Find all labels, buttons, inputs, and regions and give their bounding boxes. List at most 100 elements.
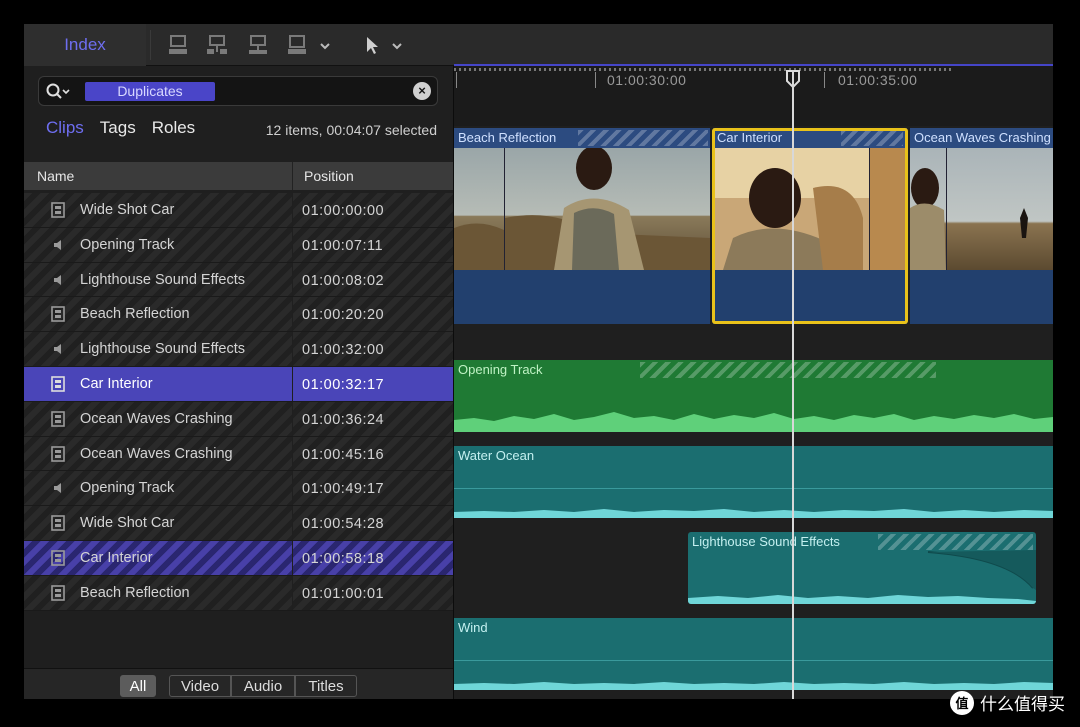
video-clip-beach-reflection[interactable]: Beach Reflection <box>454 128 710 324</box>
clip-list-row[interactable]: Lighthouse Sound Effects 01:00:08:02 <box>24 262 453 298</box>
clip-position: 01:00:45:16 <box>302 446 385 463</box>
connect-clip-icon[interactable] <box>247 34 269 56</box>
ruler-label: 01:00:35:00 <box>838 72 918 88</box>
append-clip-icon[interactable] <box>167 34 189 56</box>
clip-position: 01:00:32:00 <box>302 342 385 359</box>
search-field[interactable]: Duplicates × <box>38 76 438 106</box>
video-clip-ocean-waves-crashing[interactable]: Ocean Waves Crashing <box>910 128 1053 324</box>
clip-position: 01:00:36:24 <box>302 411 385 428</box>
column-header-position[interactable]: Position <box>304 168 354 184</box>
search-icon[interactable] <box>45 82 71 102</box>
timeline-ruler[interactable]: 01:00:30:00 01:00:35:00 <box>454 66 1053 126</box>
video-clip-icon <box>50 445 66 462</box>
playhead[interactable] <box>792 70 794 699</box>
volume-line <box>454 488 1053 489</box>
video-clip-icon <box>50 376 66 392</box>
audio-clip-icon <box>50 480 66 496</box>
clip-label: Opening Track <box>458 362 543 377</box>
clip-position: 01:00:07:11 <box>302 237 384 254</box>
clip-label: Water Ocean <box>458 448 535 463</box>
timeline-area[interactable]: 01:00:30:00 01:00:35:00 Beach Reflection <box>454 66 1053 699</box>
clip-list-row[interactable]: Wide Shot Car 01:00:54:28 <box>24 506 453 541</box>
toolbar-divider <box>150 30 151 60</box>
tab-clips[interactable]: Clips <box>46 118 84 140</box>
select-tool-icon[interactable] <box>362 34 384 56</box>
clip-list-row[interactable]: Car Interior 01:00:32:17 <box>24 366 453 402</box>
audio-clip-water-ocean[interactable]: Water Ocean <box>454 446 1053 518</box>
video-clip-icon <box>50 306 66 323</box>
clip-label: Ocean Waves Crashing <box>914 130 1051 145</box>
filter-titles-button[interactable]: Titles <box>295 675 357 697</box>
video-clip-icon <box>50 410 66 427</box>
watermark-text: 什么值得买 <box>980 695 1065 715</box>
audio-clip-icon <box>50 237 66 253</box>
clip-position: 01:00:00:00 <box>302 203 385 219</box>
fcp-timeline-index-window: Index Duplicates × Clips Tags Roles 12 i… <box>24 24 1053 699</box>
tab-tags[interactable]: Tags <box>100 118 136 140</box>
clip-list-row[interactable]: Opening Track 01:00:49:17 <box>24 471 453 507</box>
audio-waveform <box>454 682 1053 690</box>
clip-name: Car Interior <box>80 549 153 566</box>
clip-list-row[interactable]: Wide Shot Car 01:00:00:00 <box>24 193 453 228</box>
clip-name: Car Interior <box>80 375 153 392</box>
clip-name: Opening Track <box>80 480 175 497</box>
toolbar: Index <box>24 24 1053 66</box>
clip-name: Opening Track <box>80 236 175 253</box>
panel-divider[interactable] <box>453 66 454 699</box>
column-header-name[interactable]: Name <box>37 168 74 184</box>
clip-position: 01:01:00:01 <box>302 585 385 602</box>
clip-name: Beach Reflection <box>80 306 190 323</box>
primary-storyline: Beach Reflection Car Interior Ocean Wave… <box>454 128 1053 324</box>
watermark: 值 什么值得买 <box>950 690 1065 715</box>
clear-search-icon[interactable]: × <box>413 82 431 100</box>
tab-roles[interactable]: Roles <box>152 118 195 140</box>
ruler-tick <box>824 72 825 88</box>
clip-name: Beach Reflection <box>80 584 190 601</box>
audio-waveform <box>454 509 1053 518</box>
clip-list-row[interactable]: Ocean Waves Crashing 01:00:45:16 <box>24 436 453 472</box>
clip-position: 01:00:20:20 <box>302 307 385 324</box>
video-clip-icon <box>50 515 66 531</box>
overwrite-clip-icon[interactable] <box>286 34 308 56</box>
clip-list-row[interactable]: Lighthouse Sound Effects 01:00:32:00 <box>24 332 453 367</box>
video-clip-icon <box>50 550 66 566</box>
ruler-dots <box>454 68 953 71</box>
clip-list-row[interactable]: Beach Reflection 01:01:00:01 <box>24 575 453 611</box>
insert-clip-icon[interactable] <box>206 34 228 56</box>
filter-all-button[interactable]: All <box>120 675 156 697</box>
clip-list-row[interactable]: Car Interior 01:00:58:18 <box>24 540 453 576</box>
filter-video-button[interactable]: Video <box>169 675 231 697</box>
ruler-tick <box>595 72 596 88</box>
filter-audio-button[interactable]: Audio <box>231 675 295 697</box>
duplicate-range-hatch <box>578 130 708 146</box>
index-filter-tabs: Clips Tags Roles <box>46 118 195 140</box>
clip-label: Wind <box>458 620 488 635</box>
audio-waveform <box>454 412 1053 432</box>
clip-name: Lighthouse Sound Effects <box>80 271 245 288</box>
chevron-down-icon[interactable] <box>314 34 330 56</box>
clip-list-row[interactable]: Beach Reflection 01:00:20:20 <box>24 297 453 333</box>
clip-audio-area <box>910 270 1053 324</box>
duplicate-range-hatch <box>878 534 1033 550</box>
audio-clip-icon <box>50 341 66 357</box>
clip-position: 01:00:58:18 <box>302 550 385 567</box>
clip-position: 01:00:08:02 <box>302 272 385 289</box>
index-tab[interactable]: Index <box>24 24 146 66</box>
ruler-label: 01:00:30:00 <box>607 72 687 88</box>
selected-clip-outline <box>712 128 908 324</box>
clip-list-row[interactable]: Opening Track 01:00:07:11 <box>24 227 453 263</box>
index-bottom-bar: All Video Audio Titles <box>24 668 453 699</box>
chevron-down-icon[interactable] <box>386 34 402 56</box>
column-divider <box>292 162 293 190</box>
duplicate-range-hatch <box>640 362 936 378</box>
clip-label: Beach Reflection <box>458 130 557 145</box>
clip-list-row[interactable]: Ocean Waves Crashing 01:00:36:24 <box>24 401 453 437</box>
audio-clip-wind[interactable]: Wind <box>454 618 1053 690</box>
timeline-index-panel: Duplicates × Clips Tags Roles 12 items, … <box>24 66 453 699</box>
video-clip-icon <box>50 202 66 218</box>
audio-clip-lighthouse-sound-effects[interactable]: Lighthouse Sound Effects <box>688 532 1036 604</box>
clip-position: 01:00:32:17 <box>302 376 385 393</box>
clip-name: Wide Shot Car <box>80 202 175 218</box>
search-token-duplicates[interactable]: Duplicates <box>85 82 215 101</box>
audio-clip-opening-track[interactable]: Opening Track <box>454 360 1053 432</box>
